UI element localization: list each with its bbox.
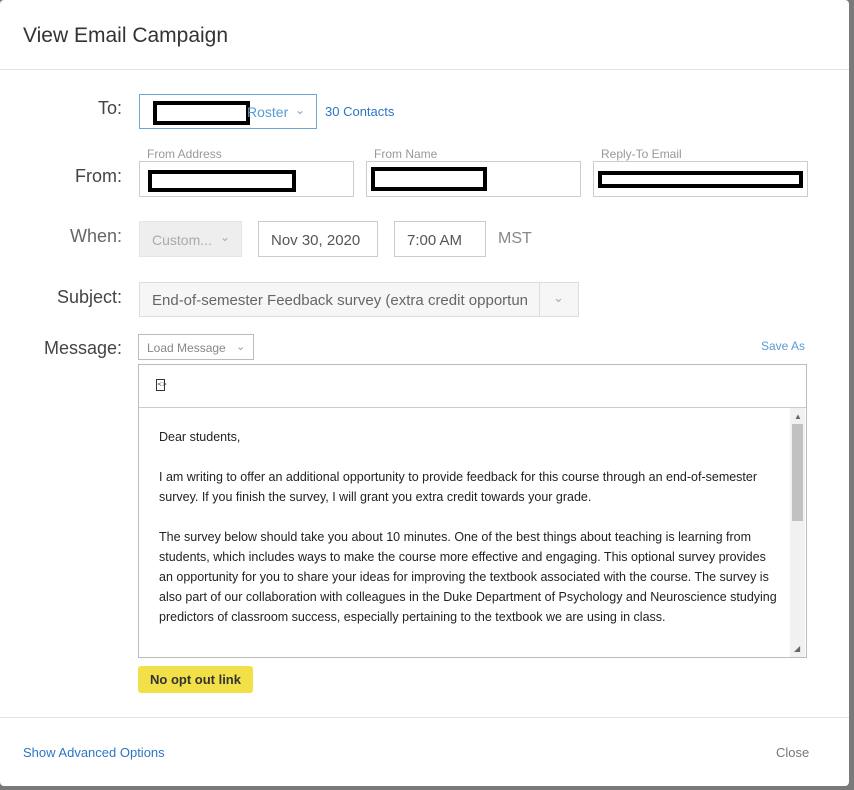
subject-value: End-of-semester Feedback survey (extra c… [152, 292, 527, 309]
to-recipient-select[interactable]: Roster ⌄ [139, 94, 317, 129]
message-paragraph: Dear students, [159, 430, 241, 444]
chevron-down-icon: ⌄ [295, 103, 306, 117]
message-label: Message: [43, 338, 122, 358]
to-label: To: [97, 98, 122, 118]
contacts-count-link[interactable]: 30 Contacts [325, 104, 394, 119]
message-body[interactable]: Dear students, I am writing to offer an … [159, 427, 779, 647]
subject-divider [539, 283, 540, 316]
redacted-block-inner [602, 175, 799, 184]
reply-to-email-field[interactable] [593, 161, 808, 197]
header-divider [0, 69, 849, 70]
close-button[interactable]: Close [776, 745, 809, 760]
chevron-down-icon[interactable]: ⌄ [553, 290, 564, 306]
load-message-label: Load Message [147, 341, 226, 355]
scroll-down-icon[interactable]: ◢ [794, 644, 800, 653]
from-name-field[interactable] [366, 161, 581, 197]
date-value: Nov 30, 2020 [271, 232, 361, 249]
from-address-label: From Address [147, 147, 222, 161]
chevron-down-icon: ⌄ [236, 341, 246, 353]
editor-toolbar: <> [139, 365, 806, 408]
from-label: From: [75, 166, 122, 186]
footer-divider [0, 717, 849, 718]
save-as-link[interactable]: Save As [761, 339, 805, 353]
schedule-mode-value: Custom... [152, 232, 212, 248]
from-name-label: From Name [374, 147, 438, 161]
source-code-icon[interactable]: <> [156, 379, 167, 391]
scroll-thumb[interactable] [792, 424, 803, 521]
subject-label: Subject: [56, 287, 122, 307]
dialog-title: View Email Campaign [23, 24, 229, 47]
load-message-select[interactable]: Load Message ⌄ [138, 334, 254, 360]
show-advanced-options-link[interactable]: Show Advanced Options [23, 745, 165, 760]
no-opt-out-badge: No opt out link [138, 666, 253, 693]
reply-to-label: Reply-To Email [601, 147, 682, 161]
date-field[interactable]: Nov 30, 2020 [258, 221, 378, 257]
email-campaign-dialog: View Email Campaign To: Roster ⌄ 30 Cont… [0, 0, 849, 786]
message-editor[interactable]: <> Dear students, I am writing to offer … [138, 364, 807, 658]
editor-scrollbar[interactable]: ▲ ◢ [790, 408, 805, 657]
schedule-mode-select[interactable]: Custom... ⌄ [139, 221, 242, 257]
to-selected-value: Roster [247, 104, 289, 120]
timezone-label: MST [498, 230, 532, 247]
redacted-block-inner [157, 105, 246, 121]
time-field[interactable]: 7:00 AM [394, 221, 486, 257]
message-paragraph: I am writing to offer an additional oppo… [159, 470, 758, 504]
chevron-down-icon: ⌄ [220, 230, 231, 244]
message-paragraph: The survey below should take you about 1… [159, 530, 777, 624]
redacted-block-inner [375, 171, 483, 187]
redacted-block-inner [152, 174, 292, 188]
scroll-up-icon[interactable]: ▲ [794, 412, 802, 421]
subject-field[interactable]: End-of-semester Feedback survey (extra c… [139, 282, 579, 317]
when-label: When: [69, 226, 122, 246]
from-address-field[interactable] [139, 161, 354, 197]
time-value: 7:00 AM [407, 232, 463, 249]
